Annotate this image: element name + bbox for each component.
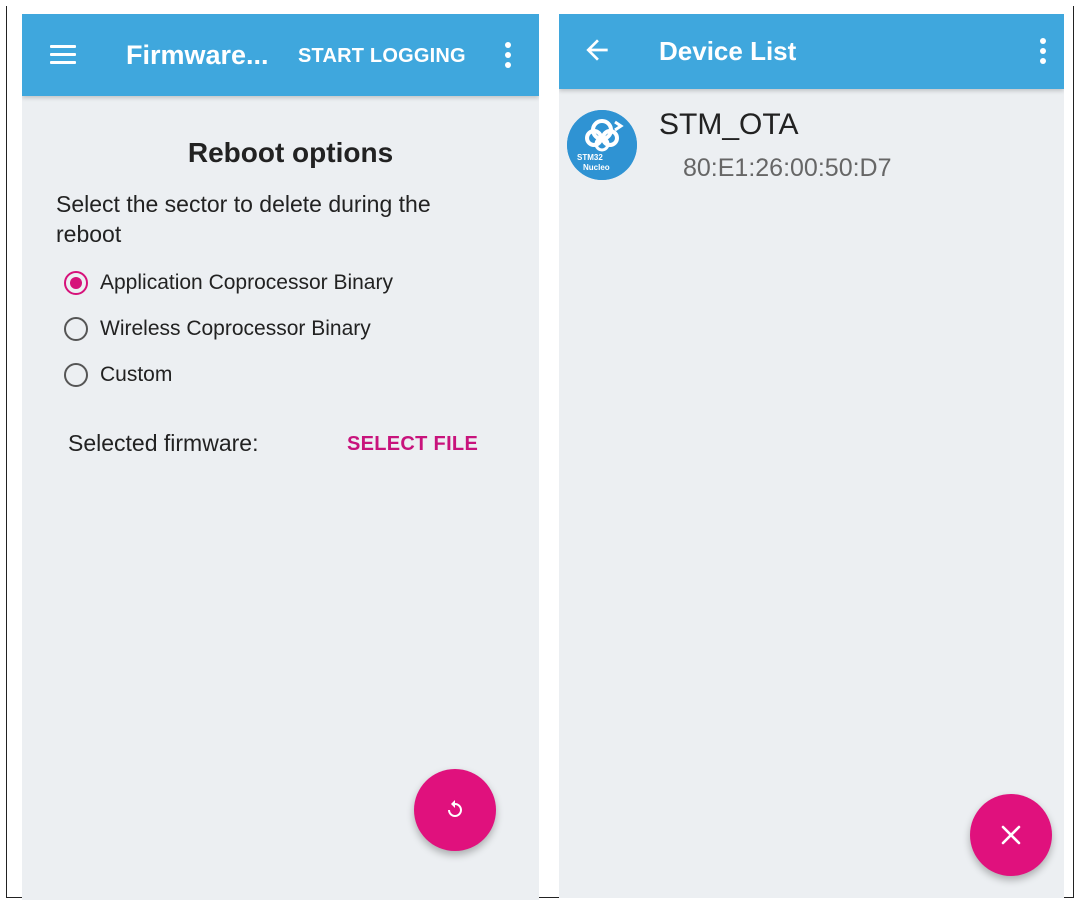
icon-text-top: STM32	[577, 153, 603, 162]
reboot-icon	[448, 800, 462, 817]
radio-unchecked-icon[interactable]	[64, 363, 88, 387]
radio-application-coprocessor[interactable]: Application Coprocessor Binary	[64, 267, 393, 299]
device-list-item[interactable]: STM32 Nucleo STM_OTA 80:E1:26:00:50:D7	[559, 102, 1064, 202]
start-logging-button[interactable]: START LOGGING	[298, 45, 466, 68]
close-fab-button[interactable]	[970, 794, 1052, 876]
selected-firmware-label: Selected firmware:	[68, 430, 259, 456]
more-vert-icon[interactable]	[1040, 38, 1046, 64]
more-vert-icon[interactable]	[505, 42, 511, 68]
select-file-button[interactable]: SELECT FILE	[347, 433, 478, 456]
close-icon	[1001, 825, 1021, 845]
device-list-title: Device List	[659, 36, 797, 66]
radio-custom[interactable]: Custom	[64, 359, 172, 391]
radio-unchecked-icon[interactable]	[64, 317, 88, 341]
radio-checked-icon[interactable]	[64, 271, 88, 295]
firmware-app-bar: Firmware... START LOGGING	[22, 14, 539, 96]
stm32-nucleo-icon: STM32 Nucleo	[567, 110, 637, 180]
radio-label: Custom	[100, 363, 173, 386]
firmware-screen: Firmware... START LOGGING Reboot options…	[22, 14, 539, 900]
device-list-screen: Device List STM32 Nucleo STM_OTA 80:E1:2…	[559, 14, 1064, 898]
radio-label: Wireless Coprocessor Binary	[100, 317, 371, 340]
app-title: Firmware...	[126, 40, 269, 70]
radio-wireless-coprocessor[interactable]: Wireless Coprocessor Binary	[64, 313, 371, 345]
radio-label: Application Coprocessor Binary	[100, 271, 393, 294]
device-name: STM_OTA	[659, 108, 799, 141]
device-list-app-bar: Device List	[559, 14, 1064, 89]
device-address: 80:E1:26:00:50:D7	[683, 154, 892, 182]
reboot-options-heading: Reboot options	[187, 137, 394, 168]
reboot-instruction: Select the sector to delete during the r…	[56, 191, 431, 247]
reboot-fab-button[interactable]	[414, 769, 496, 851]
arrow-back-icon[interactable]	[581, 34, 613, 66]
icon-text-bottom: Nucleo	[583, 163, 610, 172]
hamburger-menu-icon[interactable]	[50, 45, 76, 65]
